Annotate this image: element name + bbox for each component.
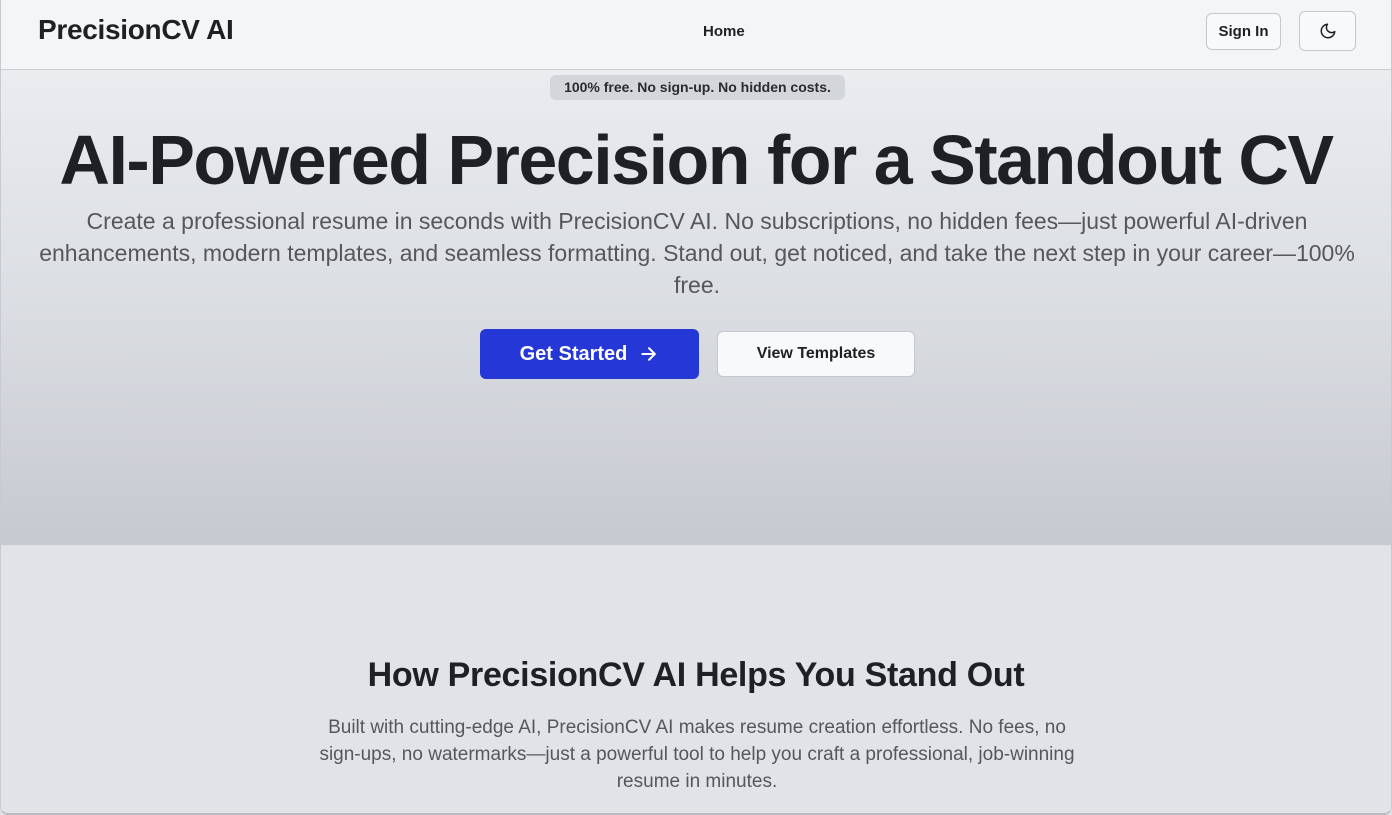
free-badge: 100% free. No sign-up. No hidden costs. <box>550 75 845 100</box>
page: PrecisionCV AI Home Sign In 100% free. N… <box>0 0 1392 815</box>
hero-section: 100% free. No sign-up. No hidden costs. … <box>1 70 1391 545</box>
features-title: How PrecisionCV AI Helps You Stand Out <box>367 656 1025 694</box>
get-started-label: Get Started <box>519 342 628 365</box>
moon-icon <box>1320 23 1335 39</box>
arrow-right-icon <box>641 347 657 361</box>
view-templates-button[interactable]: View Templates <box>717 331 915 377</box>
features-section: How PrecisionCV AI Helps You Stand Out B… <box>1 545 1391 813</box>
site-header: PrecisionCV AI Home Sign In <box>1 0 1391 70</box>
get-started-button[interactable]: Get Started <box>480 329 699 379</box>
sign-in-button[interactable]: Sign In <box>1206 13 1281 50</box>
hero-subtitle: Create a professional resume in seconds … <box>39 208 1355 298</box>
features-description: Built with cutting-edge AI, PrecisionCV … <box>319 717 1075 792</box>
nav-link-home[interactable]: Home <box>703 23 745 40</box>
hero-title: AI-Powered Precision for a Standout CV <box>59 121 1334 199</box>
theme-toggle-button[interactable] <box>1299 11 1356 51</box>
brand-logo[interactable]: PrecisionCV AI <box>38 14 234 46</box>
